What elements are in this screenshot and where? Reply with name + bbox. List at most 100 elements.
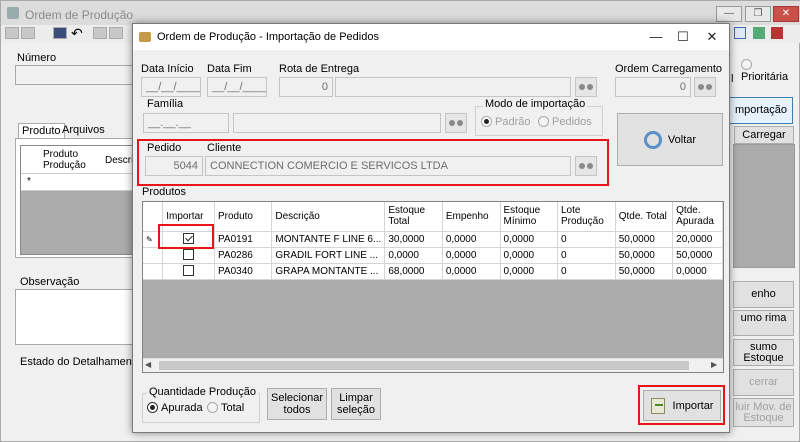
close-button[interactable]: ✕ <box>773 6 799 22</box>
rota-lookup-button[interactable] <box>575 77 597 97</box>
produtos-table: Importar Produto Descrição Estoque Total… <box>143 202 723 280</box>
dialog-minimize-button[interactable]: — <box>641 27 671 47</box>
checkbox-highlight <box>158 224 214 249</box>
undo-icon[interactable]: ↶ <box>71 25 83 42</box>
produtos-grid[interactable]: Importar Produto Descrição Estoque Total… <box>142 201 724 373</box>
side-button-excluir-mov[interactable]: luir Mov. de Estoque <box>733 398 794 427</box>
estoque-minimo-cell: 0,0000 <box>500 247 559 264</box>
selecionar-todos-button[interactable]: Selecionar todos <box>267 388 327 420</box>
importar-cell[interactable] <box>162 263 215 280</box>
parent-title: Ordem de Produção <box>25 8 134 22</box>
observacao-textarea[interactable] <box>15 289 133 345</box>
scroll-left-arrow-icon[interactable]: ◀ <box>145 360 151 369</box>
col-header-estoque-total[interactable]: Estoque Total <box>384 202 443 232</box>
scroll-right-arrow-icon[interactable]: ▶ <box>711 360 717 369</box>
search-icon[interactable] <box>93 27 107 39</box>
modo-padrao-option[interactable]: Padrão <box>481 116 530 128</box>
minimize-button[interactable]: — <box>716 6 742 22</box>
importar-cell[interactable] <box>162 247 215 264</box>
rota-name-field[interactable] <box>335 77 571 97</box>
col-header-qtde-total[interactable]: Qtde. Total <box>615 202 674 232</box>
importacao-button[interactable]: mportação <box>729 97 793 124</box>
side-button-consumo-prima[interactable]: umo rima <box>733 310 794 336</box>
side-button-resumo-estoque[interactable]: sumo Estoque <box>733 339 794 366</box>
rota-code-field[interactable]: 0 <box>279 77 333 97</box>
col-header-produto[interactable]: Produto <box>214 202 273 232</box>
quantidade-apurada-option[interactable]: Apurada <box>147 402 203 414</box>
side-button-empenho[interactable]: enho <box>733 281 794 308</box>
row-selector[interactable] <box>143 247 164 264</box>
col-header-descricao[interactable]: Descrição <box>271 202 386 232</box>
qtde-apurada-cell: 0,0000 <box>672 263 723 280</box>
estoque-total-cell: 30,0000 <box>384 231 443 248</box>
import-document-icon <box>650 397 665 414</box>
data-inicio-field[interactable]: __/__/____ <box>141 77 201 97</box>
binoculars-icon <box>579 83 593 91</box>
report-icon[interactable] <box>771 27 783 39</box>
radio-padrao[interactable] <box>481 116 492 127</box>
delete-icon[interactable] <box>21 27 35 39</box>
radio-apurada[interactable] <box>147 402 158 413</box>
table-row[interactable]: PA0286 GRADIL FORT LINE ... 0,0000 0,000… <box>143 247 723 264</box>
table-row[interactable]: ✎ PA0191 MONTANTE F LINE 6... 30,0000 0,… <box>143 231 723 248</box>
pedido-field[interactable]: 5044 <box>145 156 203 176</box>
scrollbar-thumb[interactable] <box>159 361 689 370</box>
col-header-lote-producao[interactable]: Lote Produção <box>557 202 616 232</box>
table-row[interactable]: PA0340 GRAPA MONTANTE ... 68,0000 0,0000… <box>143 263 723 280</box>
importar-checkbox[interactable] <box>183 249 195 261</box>
estoque-total-cell: 68,0000 <box>384 263 443 280</box>
prioritaria-checkbox-label[interactable]: Prioritária <box>741 59 799 83</box>
grid-header-row: Importar Produto Descrição Estoque Total… <box>143 202 723 232</box>
restore-button[interactable]: ❐ <box>745 6 771 22</box>
data-fim-field[interactable]: __/__/____ <box>207 77 267 97</box>
familia-label: Família <box>147 98 184 110</box>
cliente-label: Cliente <box>207 142 242 154</box>
limpar-selecao-button[interactable]: Limpar seleção <box>331 388 381 420</box>
radio-pedidos[interactable] <box>538 116 549 127</box>
dialog-close-button[interactable]: ✕ <box>697 27 727 47</box>
carregar-button[interactable]: Carregar <box>734 126 794 144</box>
dialog-maximize-button[interactable]: ☐ <box>668 27 698 47</box>
cliente-lookup-button[interactable] <box>575 156 597 176</box>
col-header-estoque-minimo[interactable]: Estoque Mínimo <box>500 202 559 232</box>
excel-icon[interactable] <box>753 27 765 39</box>
save-icon[interactable] <box>53 27 67 39</box>
grid-header-descricao[interactable]: Descri <box>105 155 133 166</box>
total-text: Total <box>221 402 245 414</box>
parent-product-grid[interactable]: Produto Produção Descri * <box>20 145 135 255</box>
horizontal-scrollbar[interactable]: ◀ ▶ <box>143 358 723 372</box>
familia-name-field[interactable] <box>233 113 441 133</box>
voltar-button[interactable]: Voltar <box>617 113 723 166</box>
familia-lookup-button[interactable] <box>445 113 467 133</box>
edit-icon[interactable] <box>5 27 19 39</box>
padrao-text: Padrão <box>495 116 531 128</box>
modo-pedidos-option[interactable]: Pedidos <box>538 116 592 128</box>
importar-checkbox[interactable] <box>183 265 195 277</box>
estoque-total-cell: 0,0000 <box>384 247 443 264</box>
radio-total[interactable] <box>207 402 218 413</box>
ordem-lookup-button[interactable] <box>694 77 716 97</box>
tab-produto[interactable]: Produto <box>18 123 65 138</box>
produtos-label: Produtos <box>142 186 187 198</box>
data-inicio-label: Data Início <box>141 63 194 75</box>
qtde-total-cell: 50,0000 <box>615 247 674 264</box>
col-header-empenho[interactable]: Empenho <box>442 202 501 232</box>
row-selector[interactable] <box>143 263 164 280</box>
estoque-minimo-cell: 0,0000 <box>500 231 559 248</box>
side-button-encerrar[interactable]: cerrar <box>733 369 794 396</box>
familia-code-field[interactable]: __.__.__ <box>143 113 229 133</box>
refresh-icon[interactable] <box>734 27 746 39</box>
first-record-icon[interactable] <box>109 27 123 39</box>
quantidade-total-option[interactable]: Total <box>207 402 244 414</box>
prioritaria-radio[interactable] <box>741 59 752 70</box>
tab-arquivos[interactable]: Arquivos <box>59 124 108 136</box>
ordem-carregamento-field[interactable]: 0 <box>615 77 691 97</box>
estado-label: Estado do Detalhamento <box>20 356 142 368</box>
col-header-qtde-apurada[interactable]: Qtde. Apurada <box>672 202 723 232</box>
cliente-field[interactable]: CONNECTION COMERCIO E SERVICOS LTDA <box>205 156 571 176</box>
empenho-cell: 0,0000 <box>442 231 501 248</box>
importar-button[interactable]: Importar <box>643 390 721 421</box>
prioritaria-suffix: l <box>731 73 734 85</box>
numero-field[interactable] <box>15 65 135 85</box>
grid-header-produto-producao[interactable]: Produto Produção <box>43 149 103 171</box>
